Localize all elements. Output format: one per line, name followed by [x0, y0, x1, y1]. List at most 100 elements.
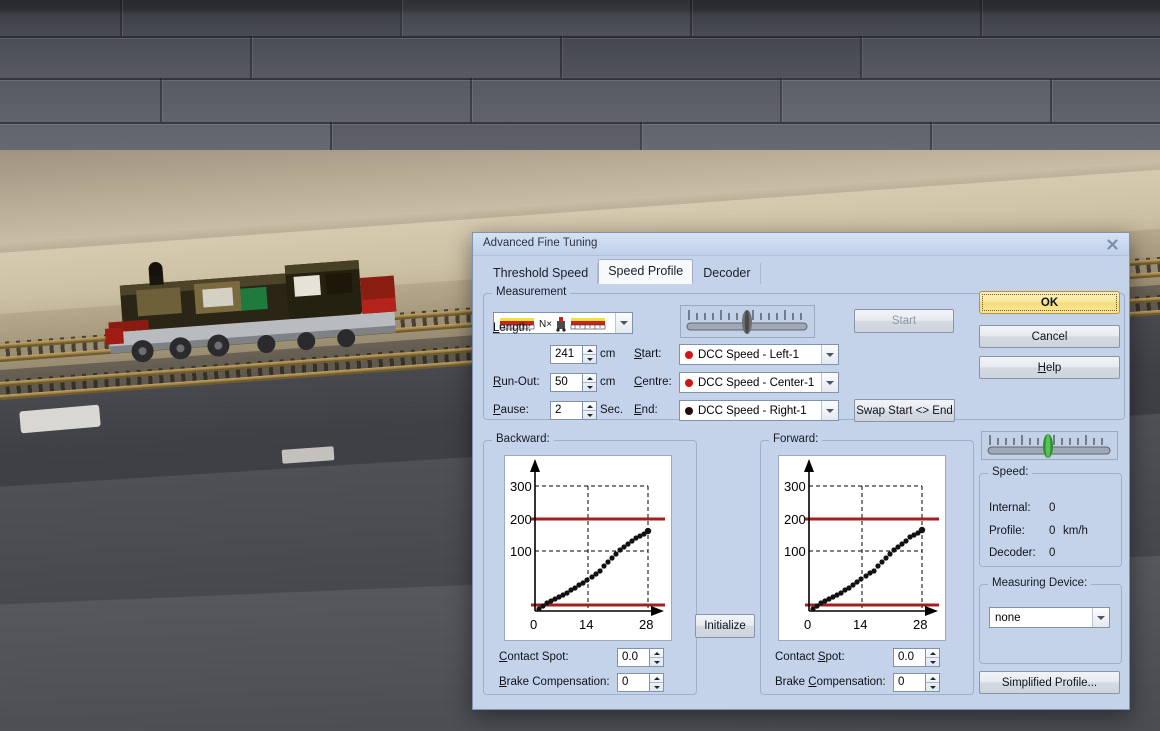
speed-profile-label: Profile: — [989, 525, 1025, 537]
tab-decoder[interactable]: Decoder — [693, 263, 761, 284]
forward-group-caption: Forward: — [769, 433, 823, 445]
runout-stepper-up[interactable] — [583, 374, 596, 383]
chevron-down-icon[interactable] — [821, 401, 838, 420]
backward-contact-spot-up[interactable] — [650, 649, 663, 658]
length-stepper-up[interactable] — [583, 346, 596, 355]
start-sensor-combo[interactable]: DCC Speed - Left-1 — [679, 344, 839, 365]
chevron-down-icon[interactable] — [615, 313, 632, 333]
length-stepper-down[interactable] — [583, 355, 596, 363]
forward-contact-spot-stepper[interactable] — [926, 648, 940, 667]
forward-contact-spot-up[interactable] — [926, 649, 939, 658]
svg-text:N×: N× — [539, 319, 552, 330]
measurement-position-slider[interactable] — [680, 305, 815, 338]
chevron-down-icon[interactable] — [1092, 608, 1109, 627]
backward-contact-spot-down[interactable] — [650, 658, 663, 666]
forward-brake-compensation-stepper[interactable] — [926, 673, 940, 692]
simplified-profile-label: Simplified Profile... — [1001, 676, 1098, 689]
backward-contact-spot-field[interactable]: 0.0 — [617, 648, 650, 667]
advanced-fine-tuning-dialog: Advanced Fine Tuning Threshold Speed Spe… — [472, 232, 1130, 710]
backward-brake-down[interactable] — [650, 683, 663, 691]
forward-brake-up[interactable] — [926, 674, 939, 683]
start-sensor-value-wrap: DCC Speed - Left-1 — [680, 349, 821, 361]
pause-value: 2 — [555, 404, 562, 416]
runout-unit: cm — [600, 376, 616, 388]
tab-speed-profile[interactable]: Speed Profile — [598, 259, 694, 284]
status-dot-start — [685, 350, 693, 359]
swap-start-end-label: Swap Start <> End — [856, 404, 953, 417]
backward-speed-profile-chart: 300 200 100 0 14 28 — [504, 455, 672, 641]
forward-brake-compensation-field[interactable]: 0 — [893, 673, 926, 692]
title-bar: Advanced Fine Tuning — [473, 233, 1129, 256]
ok-button[interactable]: OK — [979, 291, 1120, 314]
pause-field[interactable]: 2 — [550, 401, 583, 420]
backward-contact-spot-stepper[interactable] — [650, 648, 664, 667]
forward-brake-down[interactable] — [926, 683, 939, 691]
speed-profile-value: 0 — [1049, 525, 1056, 537]
backward-brake-compensation-field[interactable]: 0 — [617, 673, 650, 692]
backward-brake-compensation-stepper[interactable] — [650, 673, 664, 692]
backward-group-caption: Backward: — [492, 433, 554, 445]
runout-field[interactable]: 50 — [550, 373, 583, 392]
ok-focus-ring — [982, 294, 1117, 311]
runout-stepper-down[interactable] — [583, 383, 596, 391]
measuring-device-value: none — [995, 611, 1021, 624]
x-tick-0: 0 — [530, 617, 537, 632]
status-dot-centre — [685, 378, 693, 387]
initialize-button[interactable]: Initialize — [695, 614, 755, 638]
backward-chart-svg: 300 200 100 0 14 28 — [510, 459, 665, 632]
runout-label: Run-Out: — [493, 376, 540, 388]
chevron-down-icon[interactable] — [821, 345, 838, 364]
backward-brake-up[interactable] — [650, 674, 663, 683]
speed-slider[interactable] — [981, 431, 1118, 460]
runout-value: 50 — [555, 376, 568, 388]
forward-contact-spot-value: 0.0 — [898, 651, 914, 663]
forward-brake-compensation-value: 0 — [898, 676, 905, 688]
measuring-device-value-wrap: none — [990, 612, 1092, 624]
start-button[interactable]: Start — [854, 309, 954, 333]
measurement-group-caption: Measurement — [492, 286, 571, 298]
length-unit: cm — [600, 348, 616, 360]
tab-bar: Threshold Speed Speed Profile Decoder — [483, 259, 761, 284]
start-sensor-value: DCC Speed - Left-1 — [698, 348, 799, 361]
y-tick-100: 100 — [510, 544, 532, 559]
svg-text:14: 14 — [853, 617, 867, 632]
forward-chart-svg: 300 200 100 0 14 28 — [784, 459, 939, 632]
end-sensor-combo[interactable]: DCC Speed - Right-1 — [679, 400, 839, 421]
pause-stepper[interactable] — [583, 401, 597, 420]
forward-contact-spot-down[interactable] — [926, 658, 939, 666]
window-title: Advanced Fine Tuning — [483, 237, 598, 249]
forward-speed-profile-chart: 300 200 100 0 14 28 — [778, 455, 946, 641]
close-icon[interactable] — [1104, 236, 1121, 252]
runout-stepper[interactable] — [583, 373, 597, 392]
centre-sensor-combo[interactable]: DCC Speed - Center-1 — [679, 372, 839, 393]
backward-brake-compensation-value: 0 — [622, 676, 629, 688]
swap-start-end-button[interactable]: Swap Start <> End — [854, 399, 955, 422]
end-sensor-value: DCC Speed - Right-1 — [698, 404, 807, 417]
pause-stepper-up[interactable] — [583, 402, 596, 411]
backward-contact-spot-label: Contact Spot: — [499, 651, 569, 663]
simplified-profile-button[interactable]: Simplified Profile... — [979, 671, 1120, 694]
forward-contact-spot-label: Contact Spot: — [775, 651, 845, 663]
measuring-device-combo[interactable]: none — [989, 607, 1110, 628]
help-button[interactable]: Help — [979, 356, 1120, 379]
measuring-device-caption: Measuring Device: — [988, 577, 1092, 589]
x-tick-28: 28 — [639, 617, 653, 632]
start-sensor-label: Start: — [634, 348, 662, 360]
centre-sensor-label: Centre: — [634, 376, 672, 388]
centre-sensor-value-wrap: DCC Speed - Center-1 — [680, 377, 821, 389]
end-sensor-value-wrap: DCC Speed - Right-1 — [680, 405, 821, 417]
forward-contact-spot-field[interactable]: 0.0 — [893, 648, 926, 667]
y-tick-200: 200 — [510, 512, 532, 527]
cancel-button[interactable]: Cancel — [979, 325, 1120, 348]
speed-profile-unit: km/h — [1063, 525, 1088, 537]
cancel-button-label: Cancel — [1031, 330, 1068, 343]
length-field[interactable]: 241 — [550, 345, 583, 364]
length-stepper[interactable] — [583, 345, 597, 364]
svg-text:0: 0 — [804, 617, 811, 632]
pause-stepper-down[interactable] — [583, 411, 596, 419]
status-dot-end — [685, 406, 693, 415]
chevron-down-icon[interactable] — [821, 373, 838, 392]
length-label: Length: — [493, 322, 532, 334]
initialize-button-label: Initialize — [704, 620, 746, 632]
tab-threshold-speed[interactable]: Threshold Speed — [483, 263, 599, 284]
